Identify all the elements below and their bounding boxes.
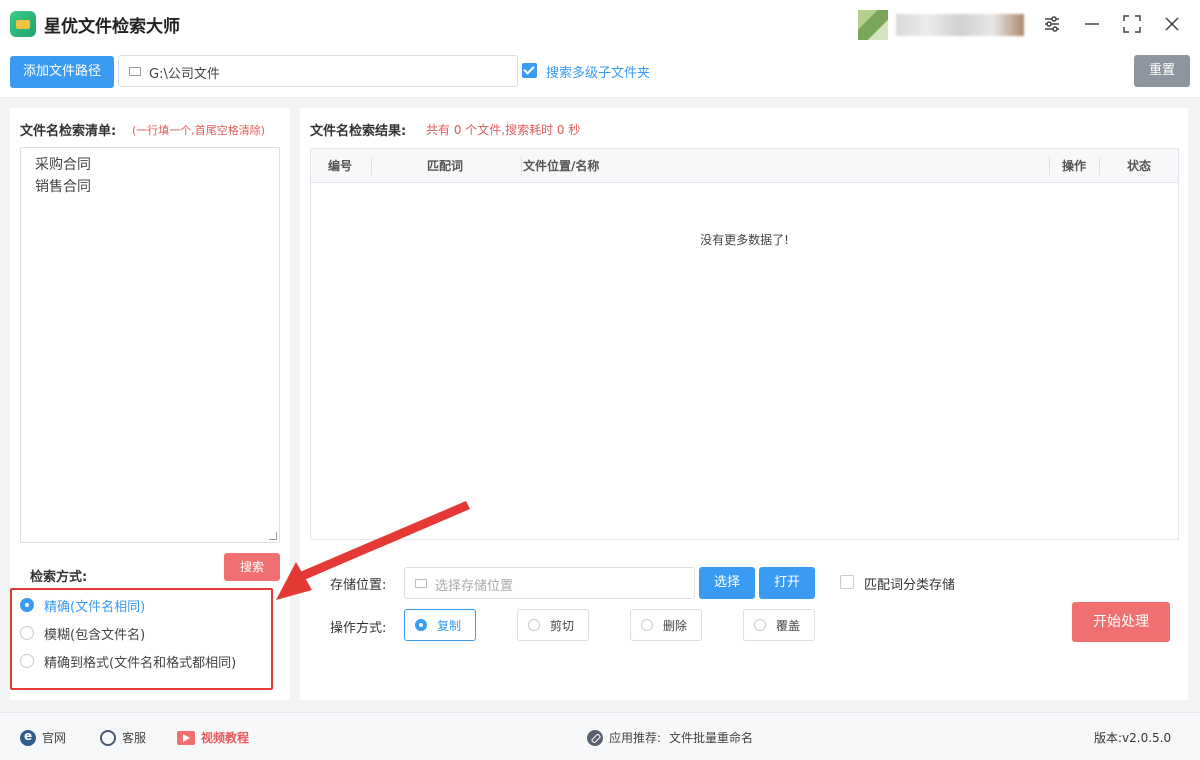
resize-grip-icon[interactable] (269, 532, 277, 540)
storage-placeholder: 选择存储位置 (435, 579, 514, 594)
open-storage-button[interactable]: 打开 (759, 567, 815, 599)
radio-icon[interactable] (754, 619, 766, 631)
chat-icon (100, 729, 116, 746)
website-link[interactable]: 官网 (20, 729, 66, 746)
col-index: 编号 (328, 159, 353, 173)
path-toolbar: 添加文件路径 G:\公司文件 搜索多级子文件夹 重置 (0, 48, 1200, 98)
path-value: G:\公司文件 (149, 67, 220, 82)
col-keyword: 匹配词 (427, 159, 464, 173)
op-cut-label: 剪切 (550, 618, 575, 633)
support-label: 客服 (122, 731, 147, 745)
col-separator[interactable] (1099, 157, 1100, 175)
footer-bar: 官网 客服 视频教程 应用推荐: 文件批量重命名 版本:v2.0.5.0 (0, 712, 1200, 760)
col-separator[interactable] (371, 157, 372, 175)
app-logo-icon (10, 11, 36, 37)
path-field[interactable]: G:\公司文件 (118, 55, 518, 87)
col-separator[interactable] (1049, 157, 1050, 175)
table-header: 编号 匹配词 文件位置/名称 操作 状态 (311, 149, 1178, 183)
support-link[interactable]: 客服 (100, 729, 146, 746)
results-panel: 文件名检索结果: 共有 0 个文件,搜索耗时 0 秒 编号 匹配词 文件位置/名… (300, 108, 1188, 700)
title-bar: 星优文件检索大师 (0, 0, 1200, 48)
version-label: 版本:v2.0.5.0 (1094, 731, 1172, 745)
operation-label: 操作方式: (330, 621, 387, 636)
add-file-path-button[interactable]: 添加文件路径 (10, 56, 114, 88)
start-processing-button[interactable]: 开始处理 (1072, 602, 1170, 642)
op-copy-option[interactable]: 复制 (404, 609, 476, 641)
app-title: 星优文件检索大师 (44, 17, 180, 37)
results-summary: 共有 0 个文件,搜索耗时 0 秒 (426, 123, 581, 137)
maximize-icon[interactable] (1120, 12, 1144, 36)
classify-checkbox[interactable] (840, 575, 854, 589)
col-action: 操作 (1062, 159, 1087, 173)
op-cut-option[interactable]: 剪切 (517, 609, 589, 641)
search-button[interactable]: 搜索 (224, 553, 280, 581)
radio-icon[interactable] (641, 619, 653, 631)
radio-selected-icon[interactable] (415, 619, 427, 631)
minimize-icon[interactable] (1080, 12, 1104, 36)
annotation-highlight-box (10, 588, 273, 690)
list-hint: (一行填一个,首尾空格清除) (132, 124, 266, 137)
list-title: 文件名检索清单: (20, 124, 117, 139)
user-avatar[interactable] (858, 10, 888, 40)
search-mode-label: 检索方式: (30, 570, 88, 585)
results-title: 文件名检索结果: (310, 124, 407, 139)
video-icon (177, 730, 195, 745)
link-icon (587, 729, 603, 746)
user-name-blurred[interactable] (896, 14, 1024, 36)
op-overwrite-option[interactable]: 覆盖 (743, 609, 815, 641)
video-label: 视频教程 (201, 731, 250, 745)
results-table: 编号 匹配词 文件位置/名称 操作 状态 没有更多数据了! (310, 148, 1179, 540)
website-icon (20, 729, 36, 746)
empty-message: 没有更多数据了! (700, 233, 789, 247)
close-icon[interactable] (1160, 12, 1184, 36)
website-label: 官网 (42, 731, 67, 745)
recommend-prefix: 应用推荐: (609, 731, 662, 745)
op-delete-option[interactable]: 删除 (630, 609, 702, 641)
op-delete-label: 删除 (663, 618, 688, 633)
col-status: 状态 (1127, 159, 1152, 173)
storage-path-field[interactable]: 选择存储位置 (404, 567, 695, 599)
recommend-app[interactable]: 文件批量重命名 (669, 729, 753, 746)
op-copy-label: 复制 (437, 618, 462, 633)
choose-storage-button[interactable]: 选择 (699, 567, 755, 599)
recommend-link[interactable]: 应用推荐: 文件批量重命名 (587, 729, 753, 746)
multi-level-checkbox[interactable] (522, 63, 537, 78)
col-location: 文件位置/名称 (523, 159, 600, 173)
radio-icon[interactable] (528, 619, 540, 631)
col-separator[interactable] (521, 157, 522, 175)
reset-button[interactable]: 重置 (1134, 55, 1190, 87)
folder-icon (129, 67, 141, 76)
multi-level-label[interactable]: 搜索多级子文件夹 (546, 62, 650, 81)
op-overwrite-label: 覆盖 (776, 618, 801, 633)
keywords-textarea[interactable] (20, 147, 280, 543)
settings-icon[interactable] (1040, 12, 1064, 36)
folder-icon (415, 579, 427, 588)
storage-label: 存储位置: (330, 578, 387, 593)
classify-label[interactable]: 匹配词分类存储 (864, 574, 955, 593)
video-tutorial-link[interactable]: 视频教程 (177, 729, 249, 746)
